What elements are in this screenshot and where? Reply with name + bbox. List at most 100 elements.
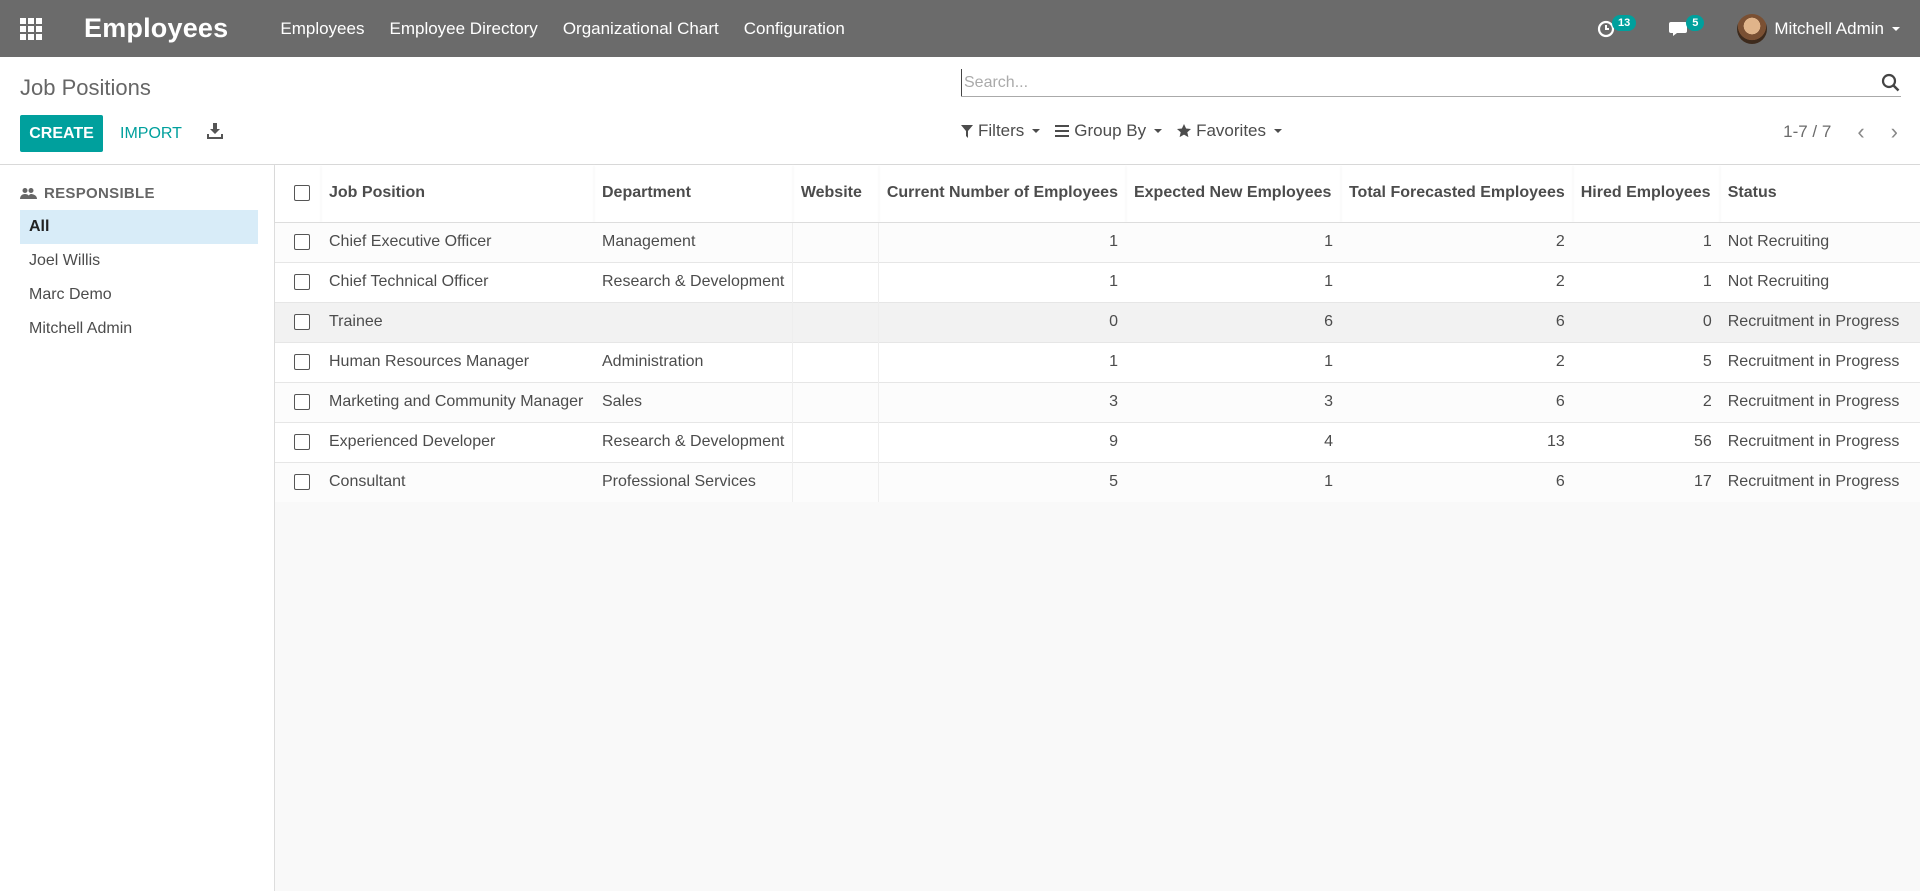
- cell-current-employees: 3: [878, 381, 1126, 422]
- table-row[interactable]: Chief Technical Officer Research & Develo…: [275, 261, 1920, 302]
- filters-dropdown[interactable]: Filters: [961, 121, 1041, 141]
- cell-department: Professional Services: [594, 461, 793, 502]
- search-icon[interactable]: [1881, 73, 1901, 93]
- cell-total-forecasted-employees: 2: [1340, 221, 1573, 262]
- menu-item-organizational-chart[interactable]: Organizational Chart: [563, 19, 719, 39]
- cell-status: Recruitment in Progress: [1719, 421, 1920, 462]
- cell-job-position: Trainee: [321, 301, 594, 342]
- row-checkbox[interactable]: [294, 273, 310, 290]
- row-checkbox[interactable]: [294, 233, 310, 250]
- responsible-header-label: RESPONSIBLE: [44, 185, 155, 202]
- select-all-checkbox[interactable]: [294, 185, 310, 202]
- row-checkbox[interactable]: [294, 393, 310, 410]
- row-checkbox[interactable]: [294, 353, 310, 370]
- row-checkbox-cell: [275, 381, 321, 422]
- cell-status: Not Recruiting: [1719, 221, 1920, 262]
- table-row[interactable]: Trainee 0 6 6 0 Recruitment in Progress: [275, 301, 1920, 342]
- chevron-down-icon: [1032, 129, 1041, 133]
- table-row[interactable]: Chief Executive Officer Management 1 1 2 1 Not…: [275, 221, 1920, 262]
- column-current-employees[interactable]: Current Number of Employees: [878, 165, 1126, 223]
- main-menu: Employees Employee Directory Organizatio…: [280, 19, 869, 39]
- cell-department: Administration: [594, 341, 793, 382]
- apps-menu-icon[interactable]: [0, 0, 62, 57]
- messaging-menu[interactable]: 5: [1669, 14, 1707, 38]
- column-hired-employees[interactable]: Hired Employees: [1572, 165, 1720, 223]
- row-checkbox-cell: [275, 261, 321, 302]
- cell-total-forecasted-employees: 6: [1340, 461, 1573, 502]
- user-menu[interactable]: Mitchell Admin: [1737, 13, 1900, 44]
- column-job-position[interactable]: Job Position: [321, 165, 594, 223]
- cell-hired-employees: 1: [1572, 261, 1720, 302]
- column-website[interactable]: Website: [792, 165, 879, 223]
- cell-hired-employees: 17: [1572, 461, 1720, 502]
- menu-item-employees[interactable]: Employees: [280, 19, 364, 39]
- list-view: Job Position Department Website Current …: [275, 165, 1920, 891]
- create-button[interactable]: CREATE: [20, 115, 103, 152]
- chevron-left-icon[interactable]: ‹: [1857, 121, 1864, 143]
- messages-count-badge: 5: [1686, 14, 1705, 31]
- table-row[interactable]: Consultant Professional Services 5 1 6 17 Recr…: [275, 461, 1920, 502]
- row-checkbox[interactable]: [294, 433, 310, 450]
- responsible-item-marc-demo[interactable]: Marc Demo: [20, 278, 258, 312]
- table-body: Chief Executive Officer Management 1 1 2 1 Not…: [275, 221, 1920, 502]
- cell-total-forecasted-employees: 2: [1340, 261, 1573, 302]
- column-status[interactable]: Status: [1719, 165, 1920, 223]
- cell-total-forecasted-employees: 6: [1340, 381, 1573, 422]
- column-total-forecasted-employees[interactable]: Total Forecasted Employees: [1340, 165, 1573, 223]
- row-checkbox-cell: [275, 221, 321, 262]
- cell-total-forecasted-employees: 2: [1340, 341, 1573, 382]
- cell-expected-new-employees: 6: [1125, 301, 1341, 342]
- cell-current-employees: 5: [878, 461, 1126, 502]
- pager: 1-7 / 7 ‹ ›: [1783, 121, 1898, 143]
- groupby-dropdown[interactable]: Group By: [1055, 121, 1163, 141]
- responsible-item-joel-willis[interactable]: Joel Willis: [20, 244, 258, 278]
- table-row[interactable]: Marketing and Community Manager Sales 3 3 6 2…: [275, 381, 1920, 422]
- cell-status: Not Recruiting: [1719, 261, 1920, 302]
- pager-value[interactable]: 1-7 / 7: [1783, 122, 1831, 142]
- responsible-filter-header: RESPONSIBLE: [20, 185, 274, 202]
- cell-current-employees: 1: [878, 261, 1126, 302]
- search-panel: RESPONSIBLE All Joel Willis Marc Demo Mi…: [0, 165, 275, 891]
- cell-hired-employees: 1: [1572, 221, 1720, 262]
- row-checkbox[interactable]: [294, 313, 310, 330]
- cell-expected-new-employees: 1: [1125, 221, 1341, 262]
- cell-current-employees: 1: [878, 221, 1126, 262]
- star-icon: [1177, 124, 1192, 138]
- app-title: Employees: [84, 13, 229, 43]
- responsible-item-all[interactable]: All: [20, 210, 258, 244]
- row-checkbox[interactable]: [294, 474, 310, 491]
- chevron-right-icon[interactable]: ›: [1891, 121, 1898, 143]
- user-name: Mitchell Admin: [1774, 18, 1884, 38]
- cell-total-forecasted-employees: 13: [1340, 421, 1573, 462]
- search-bar: [961, 69, 1901, 97]
- select-all-checkbox-cell: [275, 165, 321, 223]
- cell-website: [792, 381, 879, 422]
- table-row[interactable]: Human Resources Manager Administration 1 1 2…: [275, 341, 1920, 382]
- chevron-down-icon: [1892, 26, 1900, 31]
- favorites-dropdown[interactable]: Favorites: [1177, 121, 1283, 141]
- cell-website: [792, 221, 879, 262]
- table-row[interactable]: Experienced Developer Research & Developm…: [275, 421, 1920, 462]
- content-area: RESPONSIBLE All Joel Willis Marc Demo Mi…: [0, 165, 1920, 891]
- menu-item-employee-directory[interactable]: Employee Directory: [389, 19, 537, 39]
- activity-menu[interactable]: 13: [1597, 14, 1639, 38]
- import-button[interactable]: IMPORT: [120, 115, 182, 152]
- cell-website: [792, 461, 879, 502]
- column-department[interactable]: Department: [594, 165, 793, 223]
- breadcrumb: Job Positions: [20, 75, 151, 100]
- cell-status: Recruitment in Progress: [1719, 301, 1920, 342]
- cell-website: [792, 261, 879, 302]
- search-input[interactable]: [961, 69, 1861, 96]
- cell-job-position: Chief Technical Officer: [321, 261, 594, 302]
- groupby-label: Group By: [1074, 121, 1147, 140]
- cell-job-position: Consultant: [321, 461, 594, 502]
- responsible-item-mitchell-admin[interactable]: Mitchell Admin: [20, 312, 258, 346]
- cell-expected-new-employees: 4: [1125, 421, 1341, 462]
- cell-hired-employees: 5: [1572, 341, 1720, 382]
- column-expected-new-employees[interactable]: Expected New Employees: [1125, 165, 1341, 223]
- cell-website: [792, 301, 879, 342]
- row-checkbox-cell: [275, 421, 321, 462]
- menu-item-configuration[interactable]: Configuration: [744, 19, 845, 39]
- download-icon[interactable]: [207, 122, 223, 140]
- cell-status: Recruitment in Progress: [1719, 341, 1920, 382]
